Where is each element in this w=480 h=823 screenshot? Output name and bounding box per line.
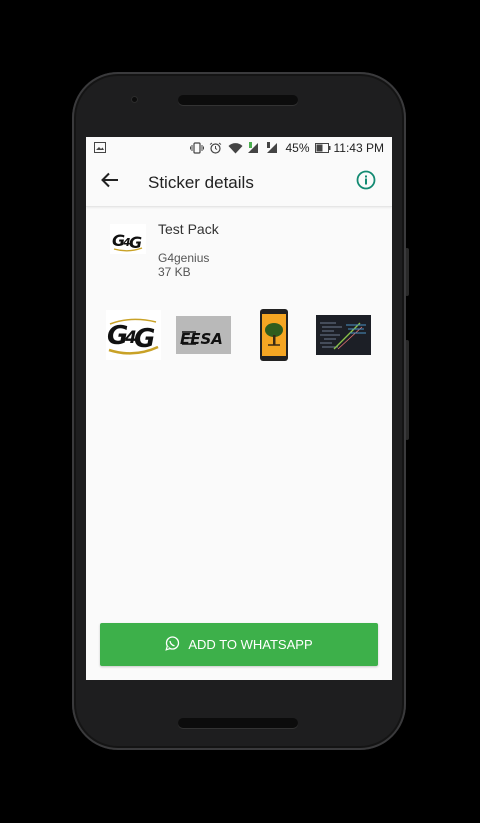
battery-icon bbox=[314, 142, 331, 154]
signal-icon-2 bbox=[266, 142, 280, 154]
status-bar: 45% 11:43 PM bbox=[86, 137, 392, 159]
pack-name: Test Pack bbox=[158, 221, 219, 237]
alarm-icon bbox=[209, 142, 223, 154]
pack-header: G 4 G Test Pack G4genius 37 KB bbox=[86, 207, 392, 279]
eesa-logo-icon: EESA bbox=[176, 315, 231, 354]
pack-tray-icon: G 4 G bbox=[108, 219, 148, 259]
screen: 45% 11:43 PM Sticker details G 4 G Test … bbox=[86, 137, 392, 680]
sticker-eesa[interactable]: EESA bbox=[176, 307, 231, 362]
phone-tree-icon bbox=[259, 308, 288, 361]
sticker-code[interactable] bbox=[316, 307, 371, 362]
pack-publisher: G4genius bbox=[158, 251, 210, 265]
battery-percent: 45% bbox=[285, 141, 310, 155]
bottom-speaker bbox=[178, 718, 298, 728]
sticker-grid: G 4 G EESA bbox=[86, 307, 392, 362]
add-to-whatsapp-label: ADD TO WHATSAPP bbox=[188, 637, 313, 652]
back-button[interactable] bbox=[88, 161, 132, 205]
whatsapp-icon bbox=[165, 635, 180, 654]
code-screenshot-icon bbox=[316, 314, 371, 355]
add-to-whatsapp-button[interactable]: ADD TO WHATSAPP bbox=[100, 623, 378, 666]
vibrate-icon bbox=[190, 142, 205, 154]
g4g-logo-icon: G 4 G bbox=[106, 309, 161, 360]
svg-text:EESA: EESA bbox=[180, 330, 223, 348]
wifi-icon bbox=[228, 142, 243, 154]
front-camera bbox=[131, 96, 138, 103]
clock: 11:43 PM bbox=[333, 141, 384, 155]
gallery-notification-icon bbox=[94, 142, 108, 154]
arrow-left-icon bbox=[101, 172, 119, 193]
pack-size: 37 KB bbox=[158, 265, 191, 279]
info-button[interactable] bbox=[350, 167, 382, 199]
signal-icon-1 bbox=[247, 142, 261, 154]
sticker-g4g[interactable]: G 4 G bbox=[106, 307, 161, 362]
sticker-phone-tree[interactable] bbox=[246, 307, 301, 362]
earpiece-speaker bbox=[178, 95, 298, 105]
app-bar: Sticker details bbox=[86, 159, 392, 207]
info-icon bbox=[356, 170, 376, 195]
page-title: Sticker details bbox=[148, 172, 254, 192]
